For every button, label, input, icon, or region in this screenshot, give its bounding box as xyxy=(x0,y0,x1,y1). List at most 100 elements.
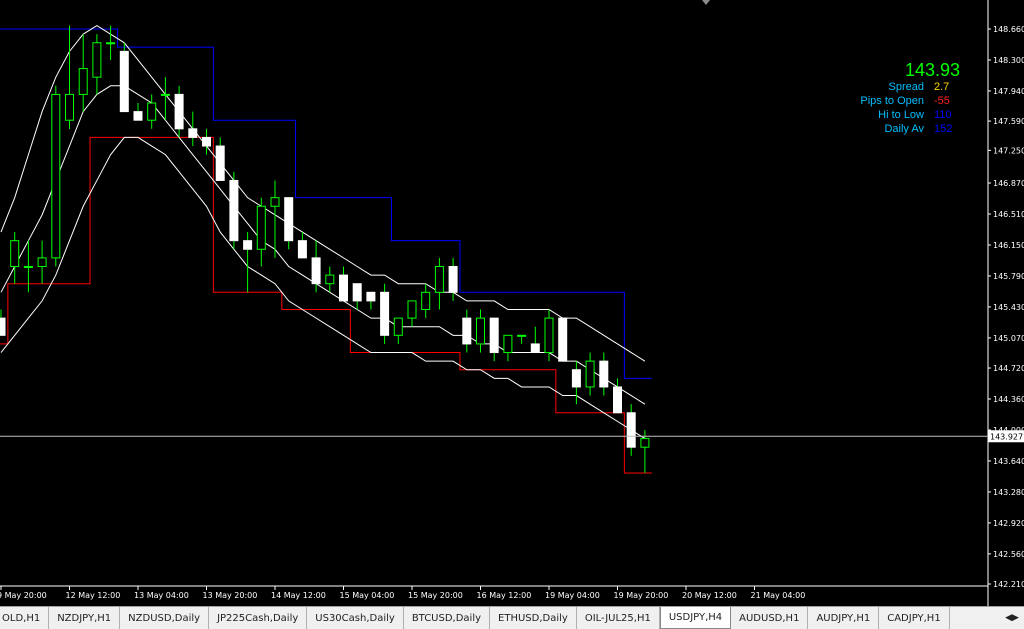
tab-oil-jul25-h1[interactable]: OIL-JUL25,H1 xyxy=(577,607,660,629)
candle-body xyxy=(421,291,431,311)
x-tick-label: 14 May 12:00 xyxy=(271,591,326,600)
info-row: Spread 2.7 xyxy=(860,80,960,94)
candle-body xyxy=(174,93,184,130)
candle-body xyxy=(202,136,211,147)
candle-body xyxy=(270,197,280,207)
y-tick-label: 145.790 xyxy=(993,272,1024,281)
y-tick-label: 142.210 xyxy=(993,580,1024,589)
info-row: Hi to Low 110 xyxy=(860,108,960,122)
x-tick-label: 16 May 12:00 xyxy=(477,591,532,600)
info-label: Daily Av xyxy=(884,123,924,135)
tab-nzdusd-daily[interactable]: NZDUSD,Daily xyxy=(120,607,210,629)
x-tick-label: 20 May 12:00 xyxy=(682,591,737,600)
info-row: Daily Av 152 xyxy=(860,122,960,136)
y-tick-label: 147.940 xyxy=(993,87,1024,96)
candle-body xyxy=(640,438,650,448)
symbol-tab-bar: OLD,H1 NZDJPY,H1 NZDUSD,Daily JP225Cash,Dai… xyxy=(0,606,1024,629)
info-value: 110 xyxy=(934,109,952,121)
info-label: Hi to Low xyxy=(878,109,924,121)
candle-body xyxy=(284,197,294,242)
candle-body xyxy=(380,291,390,336)
lower-channel-line xyxy=(0,136,652,474)
info-price: 143.93 xyxy=(904,60,960,80)
candle-body xyxy=(489,317,499,354)
candle-body xyxy=(476,317,485,345)
y-tick-label: 142.560 xyxy=(993,550,1024,559)
candle-body xyxy=(571,369,581,388)
candle-body xyxy=(517,334,527,337)
info-label: Spread xyxy=(888,81,924,93)
tab-cadjpy-h1[interactable]: CADJPY,H1 xyxy=(879,607,950,629)
y-tick-label: 146.150 xyxy=(993,241,1024,250)
candle-body xyxy=(147,102,157,121)
y-tick-label: 144.720 xyxy=(993,364,1024,373)
tab-usdjpy-h4[interactable]: USDJPY,H4 xyxy=(659,607,732,629)
y-tick-label: 144.360 xyxy=(993,395,1024,404)
candle-body xyxy=(530,343,540,354)
candle-body xyxy=(311,257,321,285)
candle-body xyxy=(215,145,225,181)
candle-body xyxy=(434,265,444,293)
tab-audusd-h1[interactable]: AUDUSD,H1 xyxy=(731,607,809,629)
candle-body xyxy=(78,68,88,95)
candle-body xyxy=(133,111,143,121)
candle-body xyxy=(393,317,403,336)
info-panel: 143.93 Spread 2.7 Pips to Open -55 Hi to Low… xyxy=(860,60,960,136)
x-tick-label: 12 May 12:00 xyxy=(66,591,121,600)
info-label: Pips to Open xyxy=(860,95,924,107)
candle-body xyxy=(243,240,253,250)
tab-us30cash-daily[interactable]: US30Cash,Daily xyxy=(307,607,404,629)
x-tick-label: 9 May 20:00 xyxy=(0,591,47,600)
candle-body xyxy=(256,205,266,250)
candle-body xyxy=(352,283,362,302)
candle-body xyxy=(503,334,513,354)
candle-body xyxy=(613,386,622,414)
candle-body xyxy=(23,265,33,268)
tab-jp225cash-daily[interactable]: JP225Cash,Daily xyxy=(209,607,308,629)
y-tick-label: 146.870 xyxy=(993,179,1024,188)
candle-body xyxy=(297,240,307,259)
tab-audjpy-h1[interactable]: AUDJPY,H1 xyxy=(808,607,880,629)
y-tick-label: 147.250 xyxy=(993,146,1024,155)
x-tick-label: 19 May 20:00 xyxy=(614,591,669,600)
candle-body xyxy=(558,317,568,362)
info-row: Pips to Open -55 xyxy=(860,94,960,108)
y-tick-label: 142.920 xyxy=(993,519,1024,528)
x-tick-label: 21 May 04:00 xyxy=(751,591,806,600)
y-tick-label: 148.300 xyxy=(993,56,1024,65)
candle-body xyxy=(188,128,198,138)
y-tick-label: 145.070 xyxy=(993,334,1024,343)
candle-body xyxy=(462,317,472,345)
y-tick-label: 146.510 xyxy=(993,210,1024,219)
x-tick-label: 15 May 20:00 xyxy=(408,591,463,600)
info-value: 2.7 xyxy=(934,81,950,93)
shift-marker-icon[interactable] xyxy=(702,0,710,5)
candle-body xyxy=(92,42,102,78)
candle-body xyxy=(366,291,376,302)
tab-scroll-icon[interactable]: ◀▶ xyxy=(1000,607,1024,628)
tab-nzdjpy-h1[interactable]: NZDJPY,H1 xyxy=(49,607,121,629)
tab-old-h1[interactable]: OLD,H1 xyxy=(0,607,50,629)
chart-area[interactable]: 148.660 148.300 147.940 147.590 147.250 146.8… xyxy=(0,0,1024,606)
tab-ethusd-daily[interactable]: ETHUSD,Daily xyxy=(490,607,577,629)
y-tick-label: 143.640 xyxy=(993,457,1024,466)
candle-body xyxy=(407,300,417,319)
y-tick-label: 148.660 xyxy=(993,25,1024,34)
y-tick-label: 145.430 xyxy=(993,303,1024,312)
candle-body xyxy=(229,179,239,242)
tab-btcusd-daily[interactable]: BTCUSD,Daily xyxy=(404,607,491,629)
candle-body xyxy=(448,265,458,293)
x-tick-label: 15 May 04:00 xyxy=(340,591,395,600)
candle-body xyxy=(585,360,595,388)
candle-body xyxy=(106,42,116,45)
candle-body xyxy=(10,240,20,267)
y-tick-label: 147.590 xyxy=(993,117,1024,126)
candle-body xyxy=(544,317,554,354)
x-tick-label: 13 May 04:00 xyxy=(134,591,189,600)
candle-body xyxy=(626,412,636,448)
candle-body xyxy=(160,93,170,96)
candle-body xyxy=(325,274,335,285)
candle-body xyxy=(0,317,6,336)
y-tick-label: 143.280 xyxy=(993,488,1024,497)
candle-body xyxy=(51,93,61,259)
